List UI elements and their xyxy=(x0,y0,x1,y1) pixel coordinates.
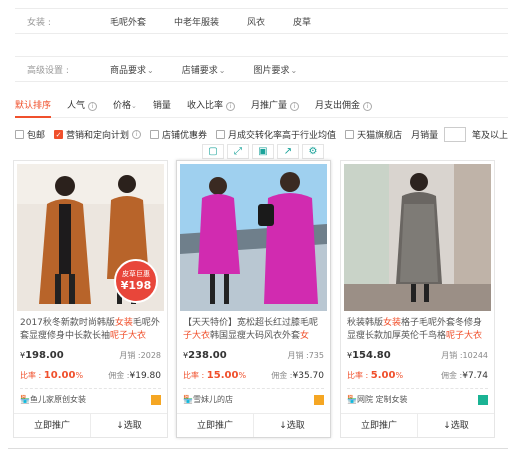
tab-price[interactable]: 价格⌄ xyxy=(113,94,137,118)
monthly-sales: 月销 :2028 xyxy=(119,351,161,360)
checkbox[interactable] xyxy=(15,129,24,139)
advanced-settings-bar: 高级设置 : 商品要求⌄ 店铺要求⌄ 图片要求⌄ xyxy=(15,56,508,82)
share-icon[interactable]: ↗ xyxy=(277,144,299,159)
shop-name[interactable]: 🏪网院 定制女装 xyxy=(347,394,408,405)
shop-name[interactable]: 🏪鱼儿家原创女装 xyxy=(20,394,86,405)
monthly-sales-input[interactable] xyxy=(444,126,466,142)
promote-now-button[interactable]: 立即推广 xyxy=(14,414,90,437)
sort-tabs: 默认排序 人气 i 价格⌄ 销量 收入比率 i 月推广量 i 月支出佣金 i xyxy=(15,94,508,118)
image-requirements-dropdown[interactable]: 图片要求⌄ xyxy=(253,63,297,76)
category-wool-coat[interactable]: 毛呢外套 xyxy=(110,15,146,28)
qrcode-icon[interactable]: ▢ xyxy=(202,144,224,159)
select-button[interactable]: ↓选取 xyxy=(417,414,494,437)
select-button[interactable]: ↓选取 xyxy=(90,414,167,437)
tab-sales[interactable]: 销量 xyxy=(153,94,171,118)
divider xyxy=(8,448,508,449)
shop-name[interactable]: 🏪雪妹儿的店 xyxy=(183,394,233,405)
tab-popularity[interactable]: 人气 i xyxy=(67,94,98,118)
commission-rate: 比率 : 15.00% xyxy=(183,370,247,381)
tab-default-sort[interactable]: 默认排序 xyxy=(15,94,52,118)
monthly-sales: 月销 :10244 xyxy=(441,351,488,360)
promo-badge: 皮草巨惠 ¥198 xyxy=(114,259,158,303)
card-hover-toolbar: ▢ ⤢ ▣ ↗ ⚙ xyxy=(202,144,327,159)
product-price: ¥198.00 xyxy=(20,350,64,361)
category-middle-aged[interactable]: 中老年服装 xyxy=(174,15,219,28)
filter-options: 包邮 ✓ 营销和定向计划 i 店铺优惠券 月成交转化率高于行业均值 天猫旗舰店 月销… xyxy=(15,124,508,144)
product-card[interactable]: 秋装韩版女装格子毛呢外套冬修身显瘦长款加厚英伦千鸟格呢子大衣 ¥154.80 月… xyxy=(340,160,495,438)
save-icon[interactable]: ▣ xyxy=(252,144,274,159)
divider xyxy=(20,388,161,389)
category-fur[interactable]: 皮草 xyxy=(293,15,311,28)
product-price: ¥238.00 xyxy=(183,350,227,361)
checkbox[interactable] xyxy=(216,129,226,139)
monthly-sales-label: 月销量 xyxy=(411,130,439,141)
commission-amount: 佣金 :¥19.80 xyxy=(108,371,161,381)
product-card[interactable]: 【天天特价】宽松超长红过膝毛呢子大衣韩国显瘦大码风衣外套女 ¥238.00 月销… xyxy=(176,160,331,438)
product-requirements-dropdown[interactable]: 商品要求⌄ xyxy=(110,63,154,76)
checkbox-checked[interactable]: ✓ xyxy=(54,129,64,139)
category-label: 女装 : xyxy=(27,17,51,28)
chevron-down-icon: ⌄ xyxy=(147,65,154,75)
shop-badge-icon xyxy=(478,394,488,405)
shop-requirements-dropdown[interactable]: 店铺要求⌄ xyxy=(182,63,226,76)
product-image[interactable] xyxy=(344,164,491,311)
divider xyxy=(347,388,488,389)
promote-now-button[interactable]: 立即推广 xyxy=(341,414,417,437)
category-filter-bar: 女装 : 毛呢外套 中老年服装 风衣 皮草 xyxy=(15,8,508,34)
sales-suffix: 笔及以上 xyxy=(471,130,508,141)
chevron-down-icon: ⌄ xyxy=(131,101,137,110)
chevron-down-icon: ⌄ xyxy=(290,65,298,75)
tab-monthly-commission[interactable]: 月支出佣金 i xyxy=(315,94,372,118)
info-icon: i xyxy=(362,101,372,111)
product-title[interactable]: 【天天特价】宽松超长红过膝毛呢子大衣韩国显瘦大码风衣外套女 xyxy=(183,317,325,343)
info-icon: i xyxy=(132,129,142,139)
product-image[interactable]: 皮草巨惠 ¥198 xyxy=(17,164,164,311)
divider xyxy=(183,388,324,389)
info-icon: i xyxy=(225,101,235,111)
shop-badge-icon xyxy=(151,394,161,405)
commission-amount: 佣金 :¥35.70 xyxy=(271,371,324,381)
select-button[interactable]: ↓选取 xyxy=(253,414,330,437)
tab-income-ratio[interactable]: 收入比率 i xyxy=(187,94,235,118)
commission-rate: 比率 : 5.00% xyxy=(347,370,404,381)
category-trench[interactable]: 风衣 xyxy=(247,15,265,28)
product-card[interactable]: 皮草巨惠 ¥198 2017秋冬新款时尚韩版女装毛呢外套显瘦修身中长款长袖呢子大… xyxy=(13,160,168,438)
expand-icon[interactable]: ⤢ xyxy=(227,144,249,159)
settings-icon[interactable]: ⚙ xyxy=(302,144,324,159)
product-price: ¥154.80 xyxy=(347,350,391,361)
info-icon: i xyxy=(289,101,299,111)
info-icon: i xyxy=(88,101,98,111)
commission-rate: 比率 : 10.00% xyxy=(20,370,84,381)
shop-badge-icon xyxy=(314,394,324,405)
filter-tmall-flagship[interactable]: 天猫旗舰店 xyxy=(345,128,402,141)
commission-amount: 佣金 :¥7.74 xyxy=(440,371,488,381)
filter-marketing-plan[interactable]: ✓ 营销和定向计划 i xyxy=(54,128,142,141)
monthly-sales: 月销 :735 xyxy=(287,351,324,360)
product-title[interactable]: 2017秋冬新款时尚韩版女装毛呢外套显瘦修身中长款长袖呢子大衣 xyxy=(20,317,162,343)
filter-conversion-rate[interactable]: 月成交转化率高于行业均值 xyxy=(216,128,336,141)
checkbox[interactable] xyxy=(150,129,160,139)
filter-free-shipping[interactable]: 包邮 xyxy=(15,128,45,141)
tab-monthly-promotion[interactable]: 月推广量 i xyxy=(251,94,299,118)
checkbox[interactable] xyxy=(345,129,355,139)
product-image[interactable] xyxy=(180,164,327,311)
product-title[interactable]: 秋装韩版女装格子毛呢外套冬修身显瘦长款加厚英伦千鸟格呢子大衣 xyxy=(347,317,489,343)
advanced-label: 高级设置 : xyxy=(27,65,69,76)
promote-now-button[interactable]: 立即推广 xyxy=(177,414,253,437)
filter-shop-coupon[interactable]: 店铺优惠券 xyxy=(150,128,207,141)
chevron-down-icon: ⌄ xyxy=(218,65,226,75)
